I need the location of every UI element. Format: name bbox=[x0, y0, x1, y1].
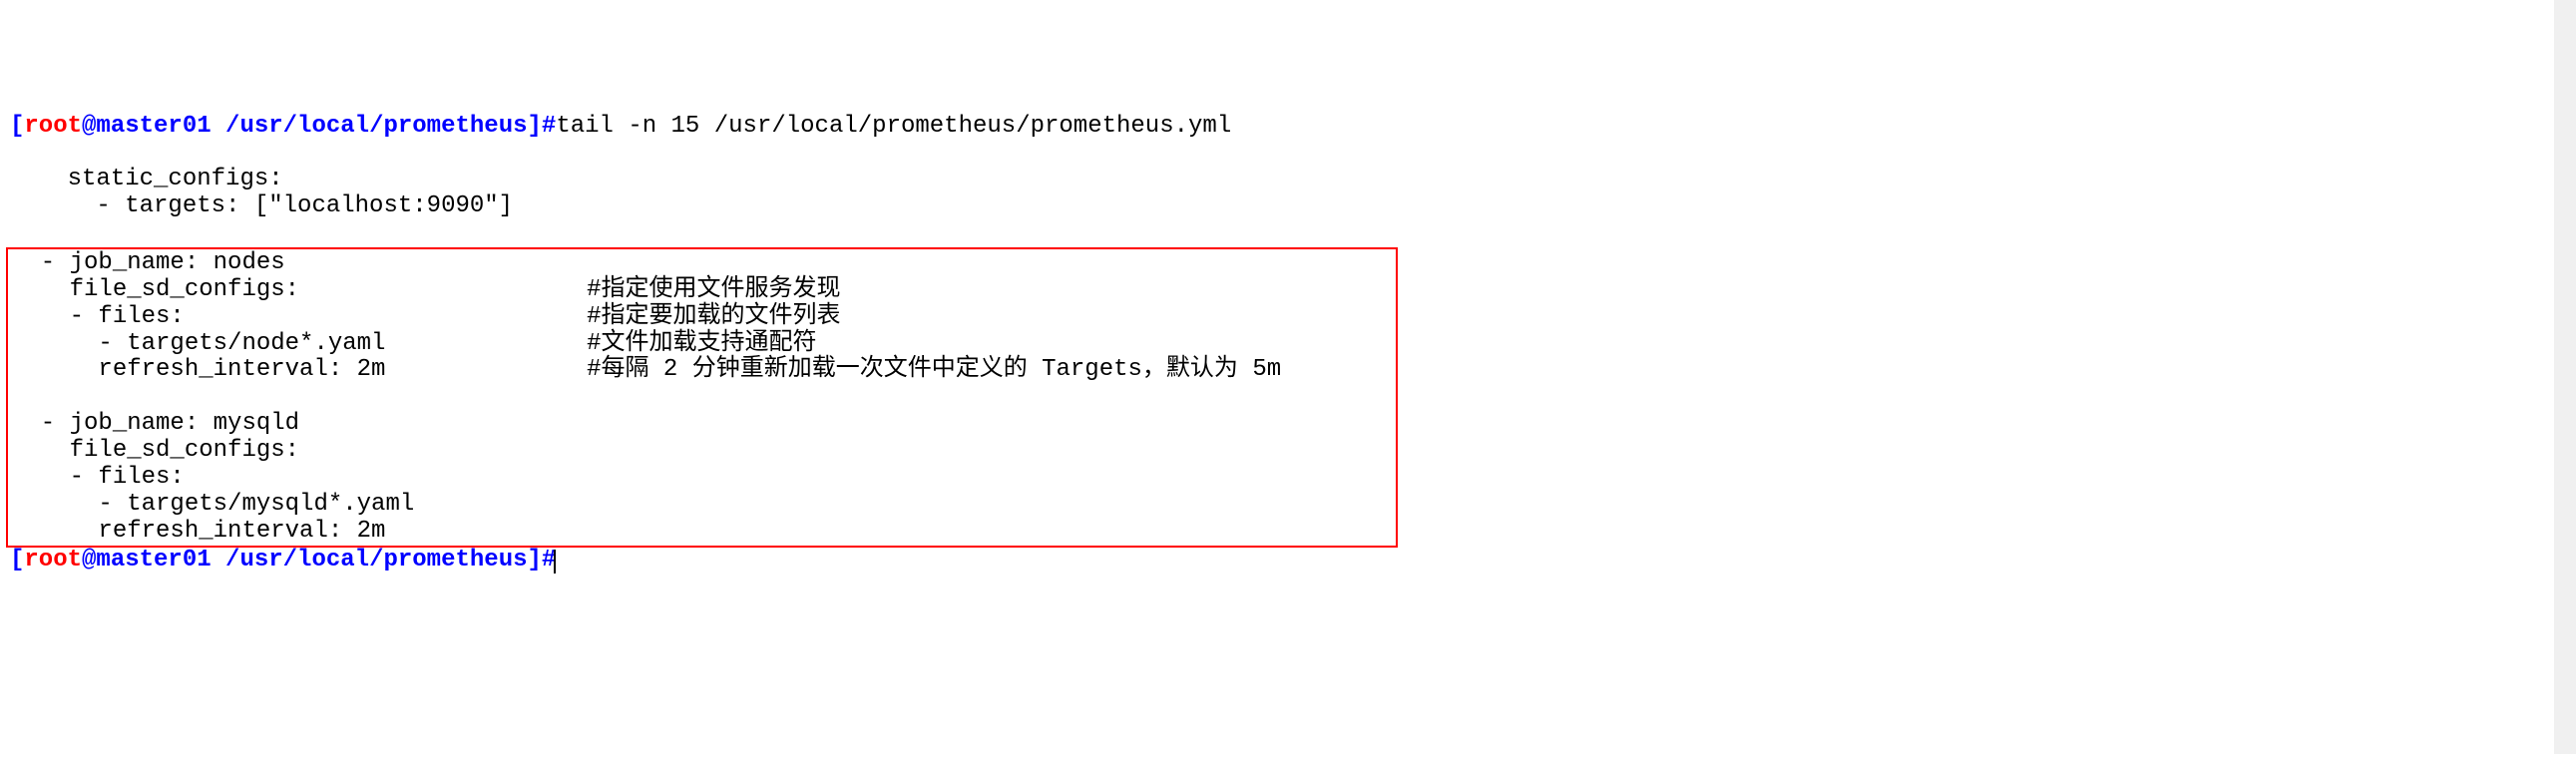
prompt-user: root bbox=[24, 113, 82, 140]
prompt-user-2: root bbox=[24, 547, 82, 573]
prompt-at-2: @ bbox=[82, 547, 96, 573]
box-job-nodes: - job_name: nodes bbox=[12, 249, 285, 276]
prompt-path: /usr/local/prometheus bbox=[225, 113, 527, 140]
box-files-2: - files: bbox=[12, 464, 185, 491]
output-static-configs: static_configs: bbox=[10, 166, 283, 192]
bracket-open: [ bbox=[10, 113, 24, 140]
box-file-sd-configs-2: file_sd_configs: bbox=[12, 437, 299, 464]
prompt-line-1: [root@master01 /usr/local/prometheus]#ta… bbox=[10, 113, 1231, 140]
box-targets-mysqld: - targets/mysqld*.yaml bbox=[12, 491, 414, 518]
prompt-path-2: /usr/local/prometheus bbox=[225, 547, 527, 573]
box-files-1: - files: #指定要加载的文件列表 bbox=[12, 303, 841, 330]
highlighted-config-box: - job_name: nodes file_sd_configs: #指定使用… bbox=[6, 247, 1398, 548]
bracket-open-2: [ bbox=[10, 547, 24, 573]
bracket-close: ] bbox=[528, 113, 542, 140]
prompt-space bbox=[212, 113, 225, 140]
box-targets-node: - targets/node*.yaml #文件加载支持通配符 bbox=[12, 330, 817, 357]
cursor-icon bbox=[554, 550, 556, 573]
prompt-space-2 bbox=[212, 547, 225, 573]
box-file-sd-configs-1: file_sd_configs: #指定使用文件服务发现 bbox=[12, 276, 841, 303]
terminal-output[interactable]: [root@master01 /usr/local/prometheus]#ta… bbox=[10, 114, 2576, 574]
prompt-host: master01 bbox=[96, 113, 211, 140]
box-job-mysqld: - job_name: mysqld bbox=[12, 410, 299, 437]
prompt-host-2: master01 bbox=[96, 547, 211, 573]
command-text: tail -n 15 /usr/local/prometheus/prometh… bbox=[556, 113, 1231, 140]
box-refresh-2: refresh_interval: 2m bbox=[12, 518, 385, 545]
prompt-line-2: [root@master01 /usr/local/prometheus]# bbox=[10, 547, 556, 573]
bracket-close-2: ] bbox=[528, 547, 542, 573]
prompt-hash: # bbox=[542, 113, 556, 140]
vertical-scrollbar[interactable] bbox=[2554, 0, 2576, 754]
output-targets-localhost: - targets: ["localhost:9090"] bbox=[10, 192, 513, 219]
box-refresh-1: refresh_interval: 2m #每隔 2 分钟重新加载一次文件中定义… bbox=[12, 356, 1281, 383]
prompt-at: @ bbox=[82, 113, 96, 140]
